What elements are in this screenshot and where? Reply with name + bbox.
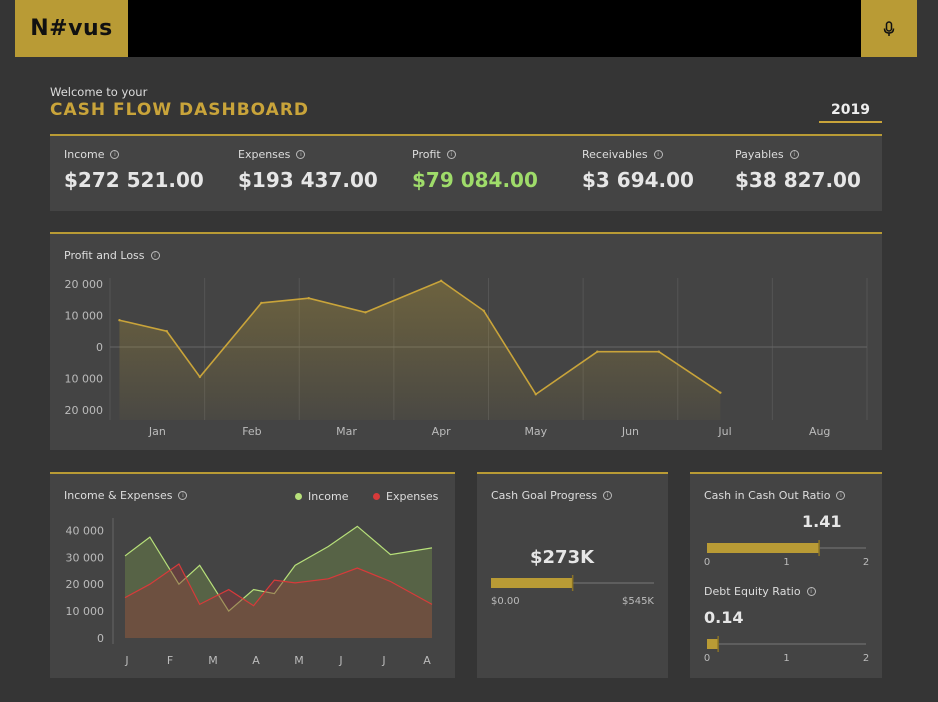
welcome-text: Welcome to your xyxy=(50,85,148,99)
x-tick-label: M xyxy=(208,654,218,667)
kpi-profit: Profit i $79 084.00 xyxy=(412,148,538,192)
x-tick-label: 1 xyxy=(783,653,789,664)
panel-title: Debt Equity Ratio xyxy=(704,585,801,598)
x-tick-label: Jul xyxy=(717,425,731,438)
profit-loss-chart: 20 000 10 000 0 10 000 20 000 Jan Feb Mar Apr May… xyxy=(65,278,868,438)
y-tick-label: 20 000 xyxy=(66,578,105,591)
kpi-value: $193 437.00 xyxy=(238,168,378,192)
x-tick-label: Apr xyxy=(432,425,452,438)
x-tick-label: 0 xyxy=(704,557,710,568)
x-tick-label: A xyxy=(423,654,431,667)
x-tick-label: J xyxy=(338,654,342,667)
data-point xyxy=(165,330,168,333)
kpi-value: $3 694.00 xyxy=(582,168,694,192)
x-tick-label: 2 xyxy=(863,653,869,664)
kpi-expenses: Expenses i $193 437.00 xyxy=(238,148,378,192)
panel-title: Cash Goal Progress xyxy=(491,489,598,502)
kpi-income: Income i $272 521.00 xyxy=(64,148,204,192)
year-selector[interactable]: 2019 xyxy=(819,102,882,123)
cash-goal-min: $0.00 xyxy=(491,596,520,607)
cash-ratio-value: 1.41 xyxy=(802,512,842,531)
y-tick-label: 30 000 xyxy=(66,551,105,564)
x-tick-label: F xyxy=(167,654,173,667)
data-point xyxy=(439,279,443,283)
data-point xyxy=(307,296,310,300)
x-tick-label: Aug xyxy=(809,425,830,438)
microphone-icon xyxy=(883,20,895,36)
info-icon[interactable]: i xyxy=(446,150,456,159)
income-expenses-chart: 40 000 30 000 20 000 10 000 0 J F M A M J J A xyxy=(66,518,433,667)
data-point xyxy=(198,375,202,379)
y-tick-label: 10 000 xyxy=(65,373,104,386)
x-tick-label: 1 xyxy=(783,557,789,568)
data-point xyxy=(260,301,263,305)
info-icon[interactable]: i xyxy=(296,150,306,159)
cash-goal-max: $545K xyxy=(621,596,654,607)
x-tick-label: Mar xyxy=(336,425,357,438)
debt-ratio-value: 0.14 xyxy=(704,608,744,627)
profit-loss-panel: Profit and Loss i 20 000 10 000 0 10 000 20 0… xyxy=(50,232,882,450)
x-tick-label: M xyxy=(294,654,304,667)
logo-text: N#vus xyxy=(30,16,113,41)
info-icon[interactable]: i xyxy=(806,587,816,596)
cash-goal-value: $273K xyxy=(530,547,595,568)
x-tick-label: J xyxy=(124,654,128,667)
bar-fill xyxy=(491,578,573,588)
kpi-label: Expenses xyxy=(238,148,291,161)
data-point xyxy=(719,391,722,394)
kpi-value: $272 521.00 xyxy=(64,168,204,192)
data-point xyxy=(534,393,538,396)
bar-fill xyxy=(707,639,719,649)
x-tick-label: 0 xyxy=(704,653,710,664)
y-tick-label: 0 xyxy=(96,341,103,354)
kpi-label: Profit xyxy=(412,148,441,161)
data-point xyxy=(364,311,367,314)
y-tick-label: 20 000 xyxy=(65,404,104,417)
y-tick-label: 10 000 xyxy=(66,605,105,618)
y-tick-label: 10 000 xyxy=(65,310,104,323)
x-tick-label: Jan xyxy=(148,425,166,438)
info-icon[interactable]: i xyxy=(789,150,799,159)
cash-ratio-bar: 0 1 2 xyxy=(704,540,869,568)
brand-logo[interactable]: N#vus xyxy=(15,0,128,57)
x-tick-label: Feb xyxy=(242,425,261,438)
info-icon[interactable]: i xyxy=(110,150,120,159)
bar-fill xyxy=(707,543,820,553)
kpi-label: Income xyxy=(64,148,105,161)
kpi-receivables: Receivables i $3 694.00 xyxy=(582,148,694,192)
info-icon[interactable]: i xyxy=(603,491,613,500)
info-icon[interactable]: i xyxy=(836,491,846,500)
kpi-panel: Income i $272 521.00 Expenses i $193 437.0… xyxy=(50,134,882,211)
kpi-label: Receivables xyxy=(582,148,648,161)
kpi-payables: Payables i $38 827.00 xyxy=(735,148,861,192)
kpi-value: $79 084.00 xyxy=(412,168,538,192)
debt-ratio-bar: 0 1 2 xyxy=(704,636,869,664)
data-point xyxy=(118,319,121,322)
info-icon[interactable]: i xyxy=(653,150,663,159)
y-tick-label: 20 000 xyxy=(65,278,104,291)
data-point xyxy=(482,309,485,312)
top-bar xyxy=(15,0,917,57)
x-tick-label: 2 xyxy=(863,557,869,568)
kpi-label: Payables xyxy=(735,148,784,161)
y-tick-label: 0 xyxy=(97,632,104,645)
y-tick-label: 40 000 xyxy=(66,524,105,537)
x-tick-label: Jun xyxy=(621,425,639,438)
data-point xyxy=(596,350,599,353)
cash-goal-panel: Cash Goal Progress i $273K $0.00 $545K xyxy=(477,472,668,678)
data-point xyxy=(657,350,661,353)
ratios-panel: Cash in Cash Out Ratio i 1.41 0 1 2 Debt Eq… xyxy=(690,472,882,678)
x-tick-label: J xyxy=(381,654,385,667)
microphone-button[interactable] xyxy=(861,0,917,57)
profit-area xyxy=(119,280,721,420)
kpi-value: $38 827.00 xyxy=(735,168,861,192)
income-expenses-panel: Income & Expenses i Income Expenses 40 00… xyxy=(50,472,455,678)
panel-title: Cash in Cash Out Ratio xyxy=(704,489,831,502)
x-tick-label: A xyxy=(252,654,260,667)
x-tick-label: May xyxy=(524,425,547,438)
page-title: CASH FLOW DASHBOARD xyxy=(50,100,310,120)
